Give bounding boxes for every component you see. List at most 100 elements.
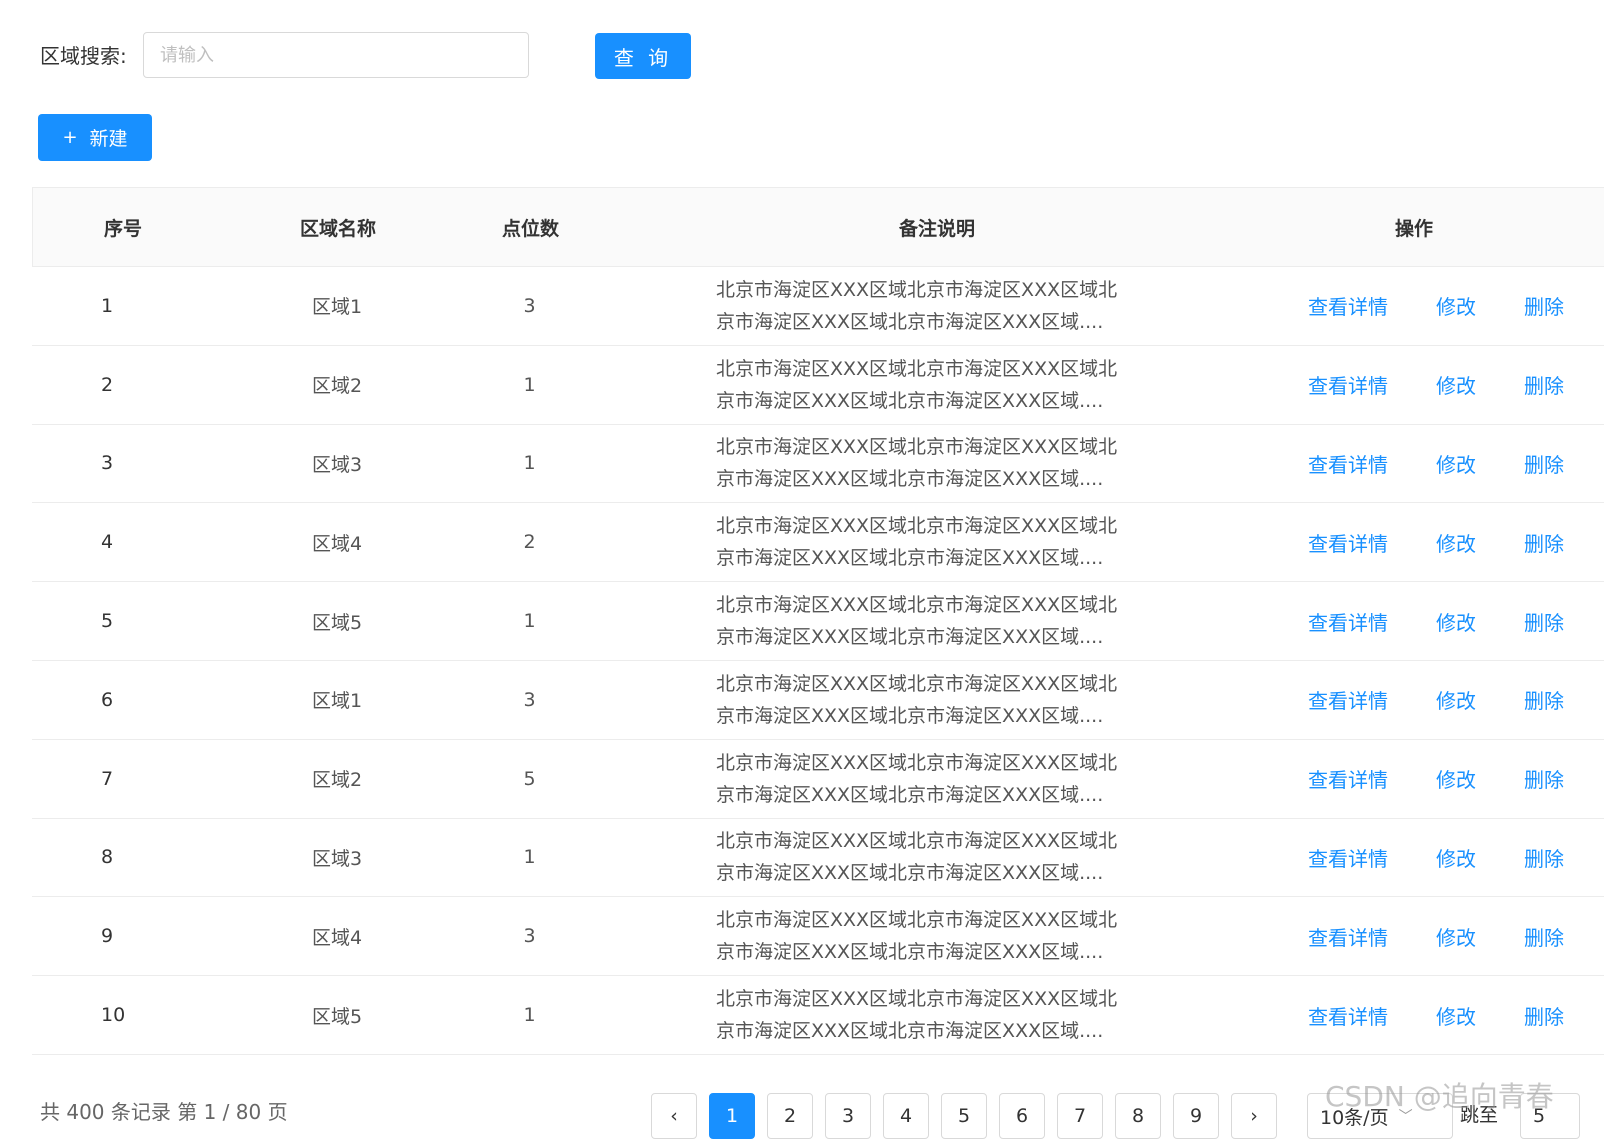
chevron-left-icon: ‹ <box>670 1105 678 1127</box>
delete-link[interactable]: 删除 <box>1524 764 1564 793</box>
table-row: 5 区域5 1 北京市海淀区XXX区域北京市海淀区XXX区域北 京市海淀区XXX… <box>32 582 1604 661</box>
row-count: 2 <box>523 531 536 554</box>
delete-link[interactable]: 删除 <box>1524 843 1564 872</box>
row-note-line: 北京市海淀区XXX区域北京市海淀区XXX区域北 <box>716 830 1118 853</box>
delete-link[interactable]: 删除 <box>1524 607 1564 636</box>
view-detail-link[interactable]: 查看详情 <box>1308 607 1388 636</box>
row-index: 8 <box>101 846 114 869</box>
chevron-right-icon: › <box>1250 1105 1258 1127</box>
page-button-7[interactable]: 7 <box>1057 1093 1103 1139</box>
delete-link[interactable]: 删除 <box>1524 922 1564 951</box>
delete-link[interactable]: 删除 <box>1524 370 1564 399</box>
delete-link[interactable]: 删除 <box>1524 449 1564 478</box>
edit-link[interactable]: 修改 <box>1436 607 1476 636</box>
page-number-list: 123456789 <box>709 1093 1219 1139</box>
header-index: 序号 <box>103 217 142 240</box>
row-count: 3 <box>523 925 536 948</box>
search-label: 区域搜索: <box>40 44 127 68</box>
row-note-line: 京市海淀区XXX区域北京市海淀区XXX区域.... <box>716 547 1104 570</box>
row-index: 4 <box>101 531 114 554</box>
row-count: 3 <box>523 688 536 711</box>
row-note: 北京市海淀区XXX区域北京市海淀区XXX区域北 京市海淀区XXX区域北京市海淀区… <box>716 897 1156 975</box>
row-note-line: 京市海淀区XXX区域北京市海淀区XXX区域.... <box>716 704 1104 727</box>
page-button-2[interactable]: 2 <box>767 1093 813 1139</box>
header-count: 点位数 <box>501 217 559 240</box>
edit-link[interactable]: 修改 <box>1436 528 1476 557</box>
edit-link[interactable]: 修改 <box>1436 370 1476 399</box>
row-note: 北京市海淀区XXX区域北京市海淀区XXX区域北 京市海淀区XXX区域北京市海淀区… <box>716 976 1156 1054</box>
view-detail-link[interactable]: 查看详情 <box>1308 685 1388 714</box>
edit-link[interactable]: 修改 <box>1436 449 1476 478</box>
delete-link[interactable]: 删除 <box>1524 1001 1564 1030</box>
next-page-button[interactable]: › <box>1231 1093 1277 1139</box>
row-note-line: 北京市海淀区XXX区域北京市海淀区XXX区域北 <box>716 988 1118 1011</box>
row-name: 区域3 <box>311 847 363 870</box>
row-ops: 查看详情 修改 删除 <box>1308 346 1604 424</box>
table-row: 3 区域3 1 北京市海淀区XXX区域北京市海淀区XXX区域北 京市海淀区XXX… <box>32 425 1604 504</box>
delete-link[interactable]: 删除 <box>1524 528 1564 557</box>
row-note-line: 北京市海淀区XXX区域北京市海淀区XXX区域北 <box>716 515 1118 538</box>
edit-link[interactable]: 修改 <box>1436 922 1476 951</box>
table-row: 2 区域2 1 北京市海淀区XXX区域北京市海淀区XXX区域北 京市海淀区XXX… <box>32 346 1604 425</box>
row-note-line: 京市海淀区XXX区域北京市海淀区XXX区域.... <box>716 468 1104 491</box>
row-ops: 查看详情 修改 删除 <box>1308 503 1604 581</box>
page-button-1[interactable]: 1 <box>709 1093 755 1139</box>
edit-link[interactable]: 修改 <box>1436 764 1476 793</box>
row-ops: 查看详情 修改 删除 <box>1308 661 1604 739</box>
query-button[interactable]: 查 询 <box>595 33 691 79</box>
view-detail-link[interactable]: 查看详情 <box>1308 528 1388 557</box>
row-note-line: 北京市海淀区XXX区域北京市海淀区XXX区域北 <box>716 594 1118 617</box>
edit-link[interactable]: 修改 <box>1436 1001 1476 1030</box>
table-row: 1 区域1 3 北京市海淀区XXX区域北京市海淀区XXX区域北 京市海淀区XXX… <box>32 267 1604 346</box>
row-ops: 查看详情 修改 删除 <box>1308 897 1604 975</box>
view-detail-link[interactable]: 查看详情 <box>1308 843 1388 872</box>
view-detail-link[interactable]: 查看详情 <box>1308 370 1388 399</box>
row-note: 北京市海淀区XXX区域北京市海淀区XXX区域北 京市海淀区XXX区域北京市海淀区… <box>716 503 1156 581</box>
row-note: 北京市海淀区XXX区域北京市海淀区XXX区域北 京市海淀区XXX区域北京市海淀区… <box>716 740 1156 818</box>
row-ops: 查看详情 修改 删除 <box>1308 425 1604 503</box>
pagination-summary: 共 400 条记录 第 1 / 80 页 <box>40 1100 288 1124</box>
edit-link[interactable]: 修改 <box>1436 843 1476 872</box>
watermark: CSDN @追向青春 <box>1325 1080 1554 1113</box>
row-count: 5 <box>523 767 536 790</box>
row-index: 9 <box>101 925 114 948</box>
page-button-6[interactable]: 6 <box>999 1093 1045 1139</box>
row-name: 区域1 <box>311 690 363 713</box>
page-button-3[interactable]: 3 <box>825 1093 871 1139</box>
row-name: 区域4 <box>311 532 363 555</box>
prev-page-button[interactable]: ‹ <box>651 1093 697 1139</box>
row-count: 1 <box>523 373 536 396</box>
page-button-9[interactable]: 9 <box>1173 1093 1219 1139</box>
table-header: 序号 区域名称 点位数 备注说明 操作 <box>32 187 1604 267</box>
row-note: 北京市海淀区XXX区域北京市海淀区XXX区域北 京市海淀区XXX区域北京市海淀区… <box>716 267 1156 345</box>
row-name: 区域5 <box>311 1005 363 1028</box>
page-button-8[interactable]: 8 <box>1115 1093 1161 1139</box>
row-ops: 查看详情 修改 删除 <box>1308 819 1604 897</box>
row-note-line: 北京市海淀区XXX区域北京市海淀区XXX区域北 <box>716 357 1118 380</box>
header-name: 区域名称 <box>299 217 376 240</box>
page-button-4[interactable]: 4 <box>883 1093 929 1139</box>
view-detail-link[interactable]: 查看详情 <box>1308 922 1388 951</box>
row-note-line: 北京市海淀区XXX区域北京市海淀区XXX区域北 <box>716 436 1118 459</box>
row-count: 1 <box>523 610 536 633</box>
view-detail-link[interactable]: 查看详情 <box>1308 1001 1388 1030</box>
view-detail-link[interactable]: 查看详情 <box>1308 291 1388 320</box>
page-button-5[interactable]: 5 <box>941 1093 987 1139</box>
row-note-line: 北京市海淀区XXX区域北京市海淀区XXX区域北 <box>716 278 1118 301</box>
header-note: 备注说明 <box>898 217 975 240</box>
pagination: ‹ 123456789 › <box>651 1093 1277 1139</box>
edit-link[interactable]: 修改 <box>1436 291 1476 320</box>
row-note-line: 京市海淀区XXX区域北京市海淀区XXX区域.... <box>716 941 1104 964</box>
row-note: 北京市海淀区XXX区域北京市海淀区XXX区域北 京市海淀区XXX区域北京市海淀区… <box>716 661 1156 739</box>
row-note: 北京市海淀区XXX区域北京市海淀区XXX区域北 京市海淀区XXX区域北京市海淀区… <box>716 582 1156 660</box>
edit-link[interactable]: 修改 <box>1436 685 1476 714</box>
new-button[interactable]: + 新建 <box>38 114 152 161</box>
search-input[interactable] <box>143 32 529 78</box>
row-count: 1 <box>523 452 536 475</box>
delete-link[interactable]: 删除 <box>1524 685 1564 714</box>
view-detail-link[interactable]: 查看详情 <box>1308 449 1388 478</box>
row-name: 区域4 <box>311 926 363 949</box>
delete-link[interactable]: 删除 <box>1524 291 1564 320</box>
view-detail-link[interactable]: 查看详情 <box>1308 764 1388 793</box>
header-ops: 操作 <box>1394 217 1433 240</box>
